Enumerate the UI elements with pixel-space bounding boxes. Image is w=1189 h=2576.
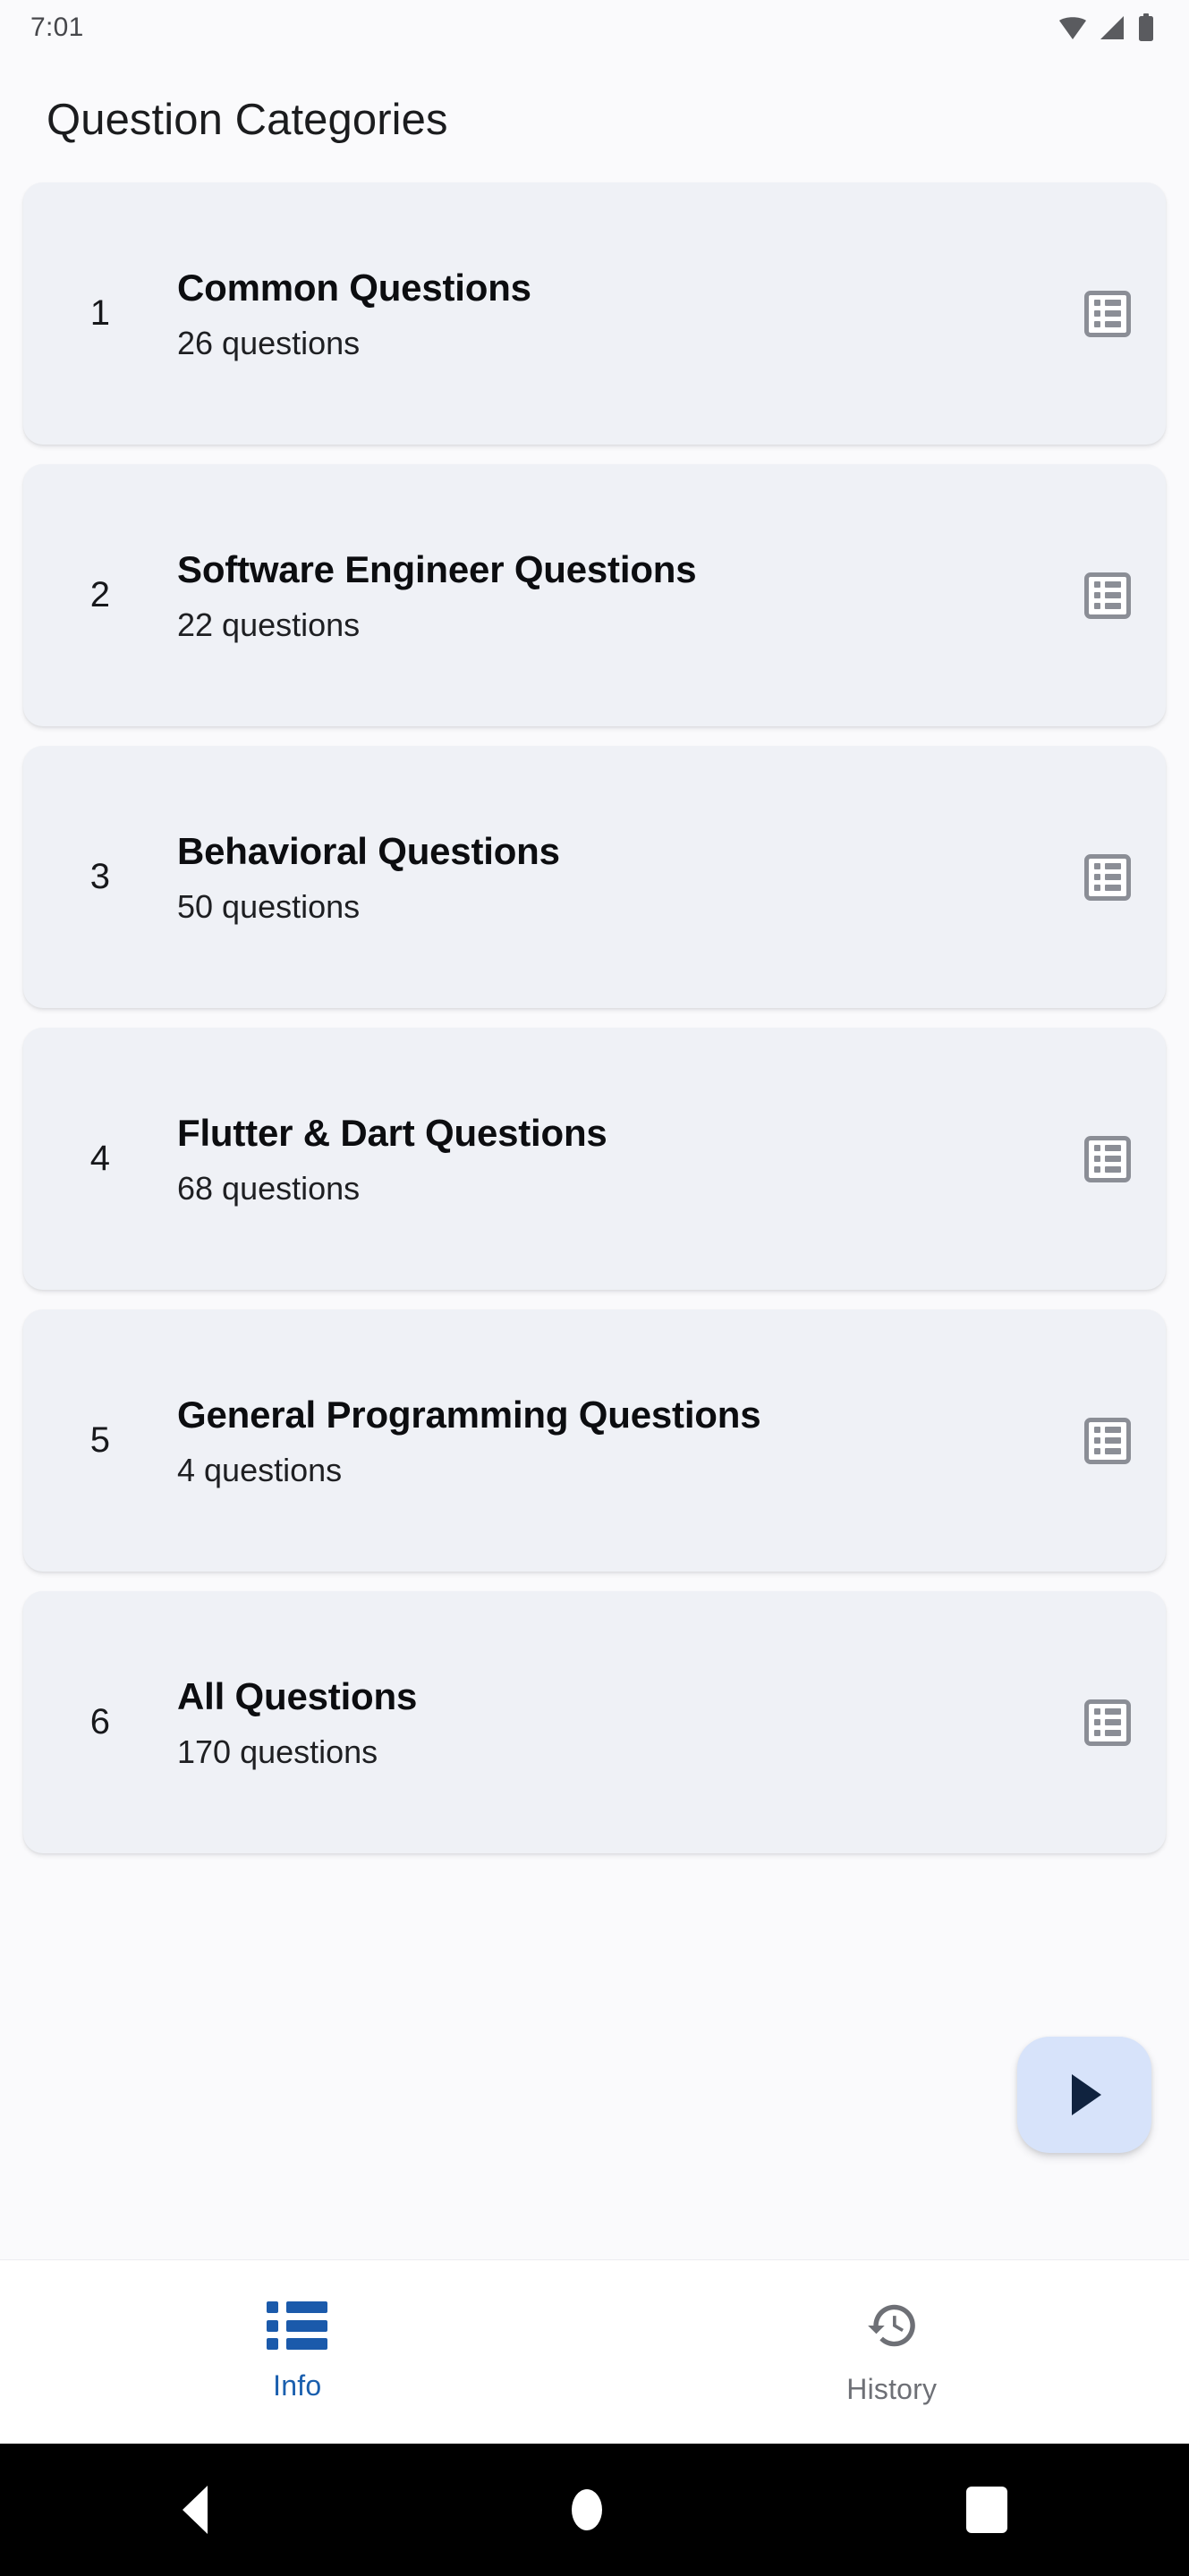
list-alt-icon	[1084, 853, 1131, 901]
nav-item-info-label: Info	[273, 2369, 322, 2402]
category-question-count: 22 questions	[177, 606, 361, 643]
home-icon[interactable]	[571, 2489, 602, 2530]
category-index: 5	[89, 1420, 111, 1460]
phone-screen: 7:01 Question Categories 1 Common Questi…	[0, 0, 1189, 2576]
cellular-signal-icon	[1100, 16, 1124, 39]
category-card[interactable]: 5 General Programming Questions 4 questi…	[23, 1309, 1166, 1572]
category-title: Common Questions	[177, 267, 531, 309]
category-trailing[interactable]	[1049, 290, 1166, 337]
start-quiz-fab[interactable]	[1017, 2037, 1151, 2153]
category-question-count: 170 questions	[177, 1733, 378, 1770]
category-index: 3	[89, 857, 111, 896]
category-text: All Questions 170 questions	[177, 1674, 1049, 1770]
status-bar-icons	[1058, 13, 1155, 42]
recents-icon[interactable]	[965, 2487, 1007, 2533]
main-content: Question Categories 1 Common Questions 2…	[0, 55, 1189, 2259]
category-text: General Programming Questions 4 question…	[177, 1393, 1049, 1488]
nav-item-history[interactable]: History	[595, 2260, 1189, 2444]
category-trailing[interactable]	[1049, 572, 1166, 619]
category-card[interactable]: 2 Software Engineer Questions 22 questio…	[23, 464, 1166, 726]
list-alt-icon	[1084, 1699, 1131, 1746]
android-navigation-bar	[0, 2444, 1189, 2576]
back-icon[interactable]	[182, 2486, 208, 2534]
category-title: General Programming Questions	[177, 1394, 761, 1436]
category-trailing[interactable]	[1049, 1699, 1166, 1746]
nav-item-history-label: History	[846, 2373, 938, 2405]
category-list: 1 Common Questions 26 questions 2 Softwa…	[0, 182, 1189, 1853]
category-title: Flutter & Dart Questions	[177, 1112, 607, 1155]
history-icon	[867, 2304, 915, 2347]
list-icon	[267, 2301, 328, 2350]
status-bar-clock: 7:01	[30, 13, 84, 42]
list-alt-icon	[1084, 1417, 1131, 1464]
category-index: 2	[89, 575, 111, 614]
status-bar: 7:01	[0, 0, 1189, 55]
category-title: Behavioral Questions	[177, 830, 560, 873]
category-trailing[interactable]	[1049, 853, 1166, 901]
category-card[interactable]: 4 Flutter & Dart Questions 68 questions	[23, 1028, 1166, 1290]
category-title: Software Engineer Questions	[177, 548, 697, 591]
category-card[interactable]: 1 Common Questions 26 questions	[23, 182, 1166, 445]
battery-icon	[1139, 13, 1153, 41]
category-index: 4	[89, 1139, 111, 1178]
play-icon	[1072, 2074, 1101, 2115]
category-question-count: 50 questions	[177, 887, 361, 925]
category-text: Behavioral Questions 50 questions	[177, 829, 1049, 925]
wifi-icon	[1059, 17, 1086, 39]
category-card[interactable]: 6 All Questions 170 questions	[23, 1591, 1166, 1853]
category-index: 6	[89, 1702, 111, 1741]
list-alt-icon	[1084, 1135, 1131, 1182]
list-alt-icon	[1084, 290, 1131, 337]
category-text: Software Engineer Questions 22 questions	[177, 547, 1049, 643]
bottom-navigation-bar: Info History	[0, 2259, 1189, 2444]
category-text: Flutter & Dart Questions 68 questions	[177, 1111, 1049, 1207]
category-text: Common Questions 26 questions	[177, 266, 1049, 361]
page-title: Question Categories	[47, 96, 448, 144]
list-alt-icon	[1084, 572, 1131, 619]
category-trailing[interactable]	[1049, 1135, 1166, 1182]
category-question-count: 26 questions	[177, 324, 361, 361]
category-card[interactable]: 3 Behavioral Questions 50 questions	[23, 746, 1166, 1008]
category-question-count: 68 questions	[177, 1169, 361, 1207]
category-trailing[interactable]	[1049, 1417, 1166, 1464]
nav-item-info[interactable]: Info	[0, 2260, 595, 2444]
category-question-count: 4 questions	[177, 1451, 343, 1488]
category-index: 1	[89, 293, 111, 333]
category-title: All Questions	[177, 1675, 418, 1718]
